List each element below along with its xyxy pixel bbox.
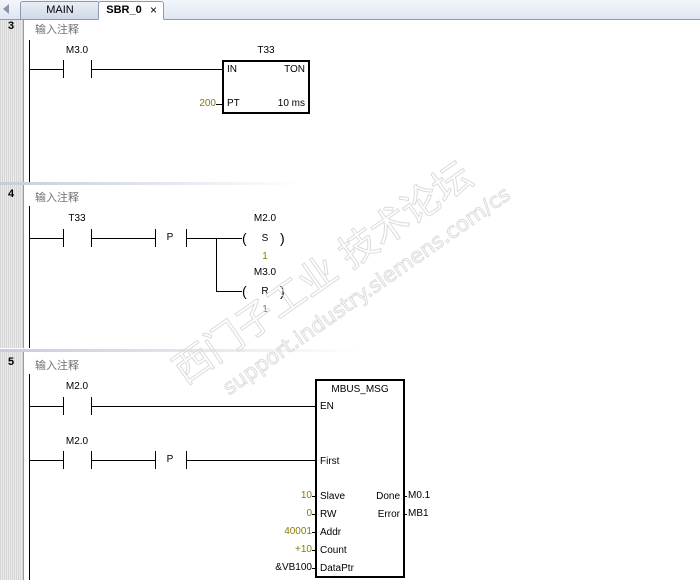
contact-operand[interactable]: T33 [68, 213, 85, 224]
tab-main[interactable]: MAIN [20, 1, 100, 19]
param-addr: Addr [320, 527, 342, 538]
coil-count: 1 [262, 251, 268, 262]
timer-name[interactable]: T33 [257, 45, 274, 56]
coil-count: 1 [262, 304, 268, 315]
network-separator [0, 182, 300, 185]
block-first-pin: First [320, 456, 340, 467]
timer-type: TON [284, 64, 305, 75]
input-value-addr[interactable]: 40001 [284, 526, 312, 537]
branch-wire [216, 238, 217, 292]
edge-symbol: P [166, 232, 174, 243]
param-count: Count [320, 545, 347, 556]
contact-operand[interactable]: M3.0 [66, 45, 88, 56]
edge-symbol: P [166, 454, 174, 465]
ton-timer-box[interactable]: IN TON PT 10 ms [222, 60, 310, 114]
network-separator [0, 349, 360, 352]
param-dataptr: DataPtr [320, 563, 354, 574]
block-en-pin: EN [320, 401, 334, 412]
network-number: 5 [8, 356, 15, 368]
timer-resolution: 10 ms [277, 98, 305, 109]
tab-bar: MAIN SBR_0 × [0, 0, 700, 20]
param-slave: Slave [320, 491, 346, 502]
network-number: 4 [8, 188, 15, 200]
param-done: Done [376, 491, 400, 502]
network-gutter[interactable] [0, 20, 24, 182]
pt-wire [216, 104, 222, 105]
input-value-dataptr[interactable]: &VB100 [275, 562, 312, 573]
network-comment[interactable]: 输入注释 [35, 357, 79, 373]
network-comment[interactable]: 输入注释 [35, 21, 79, 37]
param-rw: RW [320, 509, 337, 520]
mbus-msg-block[interactable]: MBUS_MSG EN First Slave RW Addr Count Da… [315, 379, 405, 578]
coil-operand: M2.0 [253, 213, 277, 224]
tab-sbr0-label: SBR_0 [106, 4, 142, 16]
input-value-slave[interactable]: 10 [301, 490, 312, 501]
network-number: 3 [8, 20, 15, 32]
tab-main-label: MAIN [46, 4, 74, 16]
contact-operand[interactable]: M2.0 [66, 436, 88, 447]
network-gutter[interactable] [0, 352, 24, 580]
power-rail [29, 40, 30, 182]
branch-wire [216, 291, 242, 292]
network-comment[interactable]: 输入注释 [35, 189, 79, 205]
network-gutter[interactable] [0, 185, 24, 348]
coil-set-symbol: S [261, 233, 269, 244]
power-rail [29, 206, 30, 348]
close-icon[interactable]: × [150, 2, 157, 19]
coil-reset-symbol: R [261, 286, 269, 297]
coil-operand: M3.0 [253, 267, 277, 278]
tab-sbr0[interactable]: SBR_0 × [98, 1, 164, 20]
block-title: MBUS_MSG [331, 384, 389, 395]
power-rail [29, 374, 30, 580]
scroll-left-arrow-icon[interactable] [3, 4, 9, 14]
timer-pt-pin: PT [227, 98, 240, 109]
timer-pt-value[interactable]: 200 [199, 98, 216, 109]
timer-in-pin: IN [227, 64, 237, 75]
ladder-editor: 3 输入注释 M3.0 T33 IN TON PT 10 ms 200 4 输入… [0, 20, 700, 580]
param-error: Error [377, 509, 400, 520]
output-value-error[interactable]: MB1 [408, 508, 429, 519]
output-value-done[interactable]: M0.1 [408, 490, 430, 501]
contact-operand[interactable]: M2.0 [66, 381, 88, 392]
input-value-count[interactable]: +10 [295, 544, 312, 555]
